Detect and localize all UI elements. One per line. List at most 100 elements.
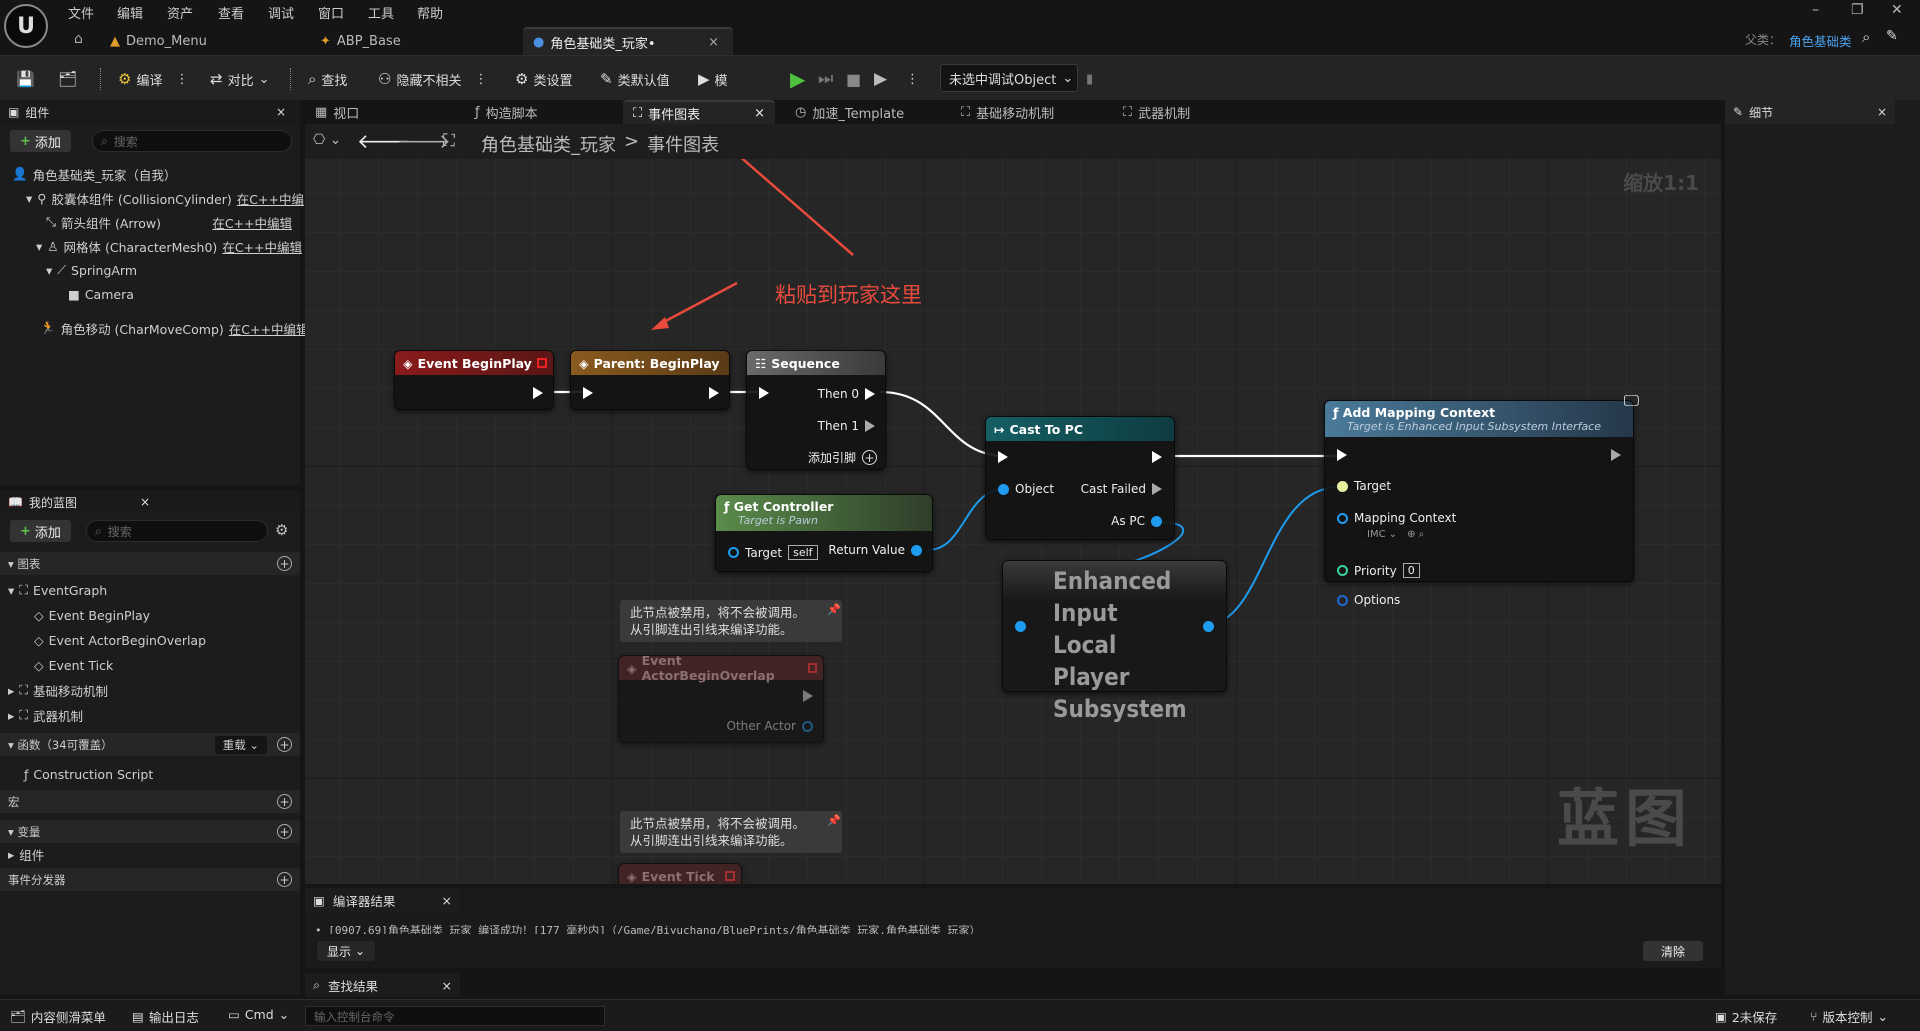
- close-tab-icon[interactable]: ×: [754, 106, 765, 121]
- find-button[interactable]: ⌕ 查找: [308, 66, 347, 92]
- class-defaults-button[interactable]: ✎ 类默认值: [600, 66, 670, 92]
- target-pin[interactable]: Target: [1337, 479, 1391, 493]
- event-item-tick[interactable]: ◇ Event Tick: [34, 653, 113, 677]
- object-pin[interactable]: Object: [998, 482, 1054, 496]
- then1-pin[interactable]: Then 1: [818, 419, 875, 433]
- add-graph-icon[interactable]: +: [277, 556, 292, 571]
- override-dropdown[interactable]: 重载 ⌄: [214, 735, 267, 754]
- menu-debug[interactable]: 调试: [268, 3, 294, 22]
- home-icon[interactable]: ⌂: [74, 31, 83, 47]
- component-charmove[interactable]: 🏃 角色移动 (CharMoveComp) 在C++中编辑: [40, 316, 308, 340]
- priority-input[interactable]: 0: [1402, 563, 1420, 578]
- tab-movement[interactable]: ⛶ 基础移动机制: [951, 100, 1064, 124]
- exec-in-pin[interactable]: [998, 451, 1008, 463]
- edit-parent-icon[interactable]: ✎: [1886, 28, 1898, 44]
- tab-event-graph[interactable]: ⛶ 事件图表 ×: [623, 100, 775, 124]
- stop-icon[interactable]: ■: [846, 66, 861, 92]
- unreal-logo-icon[interactable]: U: [4, 4, 48, 48]
- tab-abp-base[interactable]: ✦ ABP_Base: [310, 27, 411, 55]
- console-command-input[interactable]: 输入控制台命令: [305, 1006, 605, 1026]
- menu-tools[interactable]: 工具: [368, 3, 394, 22]
- tab-viewport[interactable]: ▦ 视口: [305, 100, 369, 124]
- settings-gear-icon[interactable]: ⚙: [275, 521, 288, 539]
- component-springarm[interactable]: ▾ ⟋ SpringArm: [46, 258, 137, 282]
- unsaved-button[interactable]: ▣ 2未保存: [1715, 1007, 1777, 1026]
- eject-icon[interactable]: ▶: [874, 66, 887, 92]
- variable-group-components[interactable]: ▸ 组件: [8, 844, 44, 864]
- compile-button[interactable]: ⚙ 编译 ⋮: [118, 66, 188, 92]
- options-pin[interactable]: Options: [1337, 593, 1400, 607]
- step-icon[interactable]: ⏭: [818, 66, 833, 92]
- delegate-pin-icon[interactable]: [537, 358, 547, 368]
- return-value-pin[interactable]: Return Value: [828, 543, 922, 557]
- component-arrow[interactable]: ⤡ 箭头组件 (Arrow) 在C++中编辑: [46, 210, 292, 234]
- node-add-mapping-context[interactable]: ƒ Add Mapping Context Target is Enhanced …: [1324, 391, 1639, 607]
- add-member-button[interactable]: + 添加: [10, 520, 71, 542]
- component-self[interactable]: 👤 角色基础类_玩家（自我）: [12, 162, 176, 186]
- add-macro-icon[interactable]: +: [277, 794, 292, 809]
- exec-out-pin[interactable]: [803, 690, 813, 702]
- menu-window[interactable]: 窗口: [318, 3, 344, 22]
- other-actor-pin[interactable]: Other Actor: [727, 719, 813, 733]
- pin-icon[interactable]: 📌: [827, 603, 841, 616]
- exec-out-pin[interactable]: [1152, 451, 1162, 463]
- close-tab-icon[interactable]: ×: [442, 978, 452, 993]
- node-sequence[interactable]: ☷ Sequence Then 0 Then 1 添加引脚 +: [746, 350, 886, 470]
- browse-asset-icon[interactable]: ⊕ ⌕: [1407, 529, 1424, 540]
- add-component-button[interactable]: + 添加: [10, 130, 71, 152]
- tab-demo-menu[interactable]: ▲ Demo_Menu: [100, 27, 217, 55]
- as-pc-pin[interactable]: As PC: [1111, 514, 1162, 528]
- close-panel-icon[interactable]: ×: [276, 105, 286, 119]
- breadcrumb-current[interactable]: 事件图表: [647, 131, 719, 157]
- browse-icon[interactable]: 🗂: [58, 66, 77, 92]
- class-settings-button[interactable]: ⚙ 类设置: [515, 66, 572, 92]
- section-variables[interactable]: ▾ 变量 +: [0, 820, 300, 843]
- hide-unrelated-button[interactable]: ⚇ 隐藏不相关 ⋮: [378, 66, 487, 92]
- mapping-context-pin[interactable]: Mapping Context: [1337, 511, 1456, 525]
- menu-edit[interactable]: 编辑: [117, 3, 143, 22]
- find-results-tab[interactable]: ⌕ 查找结果 ×: [305, 973, 460, 997]
- add-pin-button[interactable]: 添加引脚 +: [808, 449, 877, 466]
- bookmark-icon[interactable]: ⎔ ⌄: [313, 132, 341, 148]
- add-variable-icon[interactable]: +: [277, 824, 292, 839]
- exec-in-pin[interactable]: [1337, 449, 1347, 461]
- compiler-results-tab[interactable]: ▣ 编译器结果 ×: [305, 888, 460, 912]
- close-panel-icon[interactable]: ×: [140, 495, 150, 509]
- node-enhanced-input-subsystem[interactable]: Enhanced Input Local Player Subsystem: [1002, 560, 1227, 723]
- menu-file[interactable]: 文件: [68, 3, 94, 22]
- close-tab-icon[interactable]: ×: [708, 35, 719, 50]
- section-graphs[interactable]: ▾ 图表 +: [0, 552, 300, 575]
- close-panel-icon[interactable]: ×: [1877, 105, 1887, 119]
- priority-pin[interactable]: Priority 0: [1337, 563, 1420, 578]
- node-event-beginplay[interactable]: ◈ Event BeginPlay: [394, 350, 554, 410]
- add-dispatcher-icon[interactable]: +: [277, 872, 292, 887]
- play-icon[interactable]: ▶: [790, 66, 805, 92]
- simulate-button[interactable]: ▶ 模: [698, 66, 728, 92]
- function-construction-script[interactable]: ƒ Construction Script: [24, 762, 153, 786]
- components-search-input[interactable]: ⌕ 搜索: [92, 130, 292, 152]
- event-item-beginplay[interactable]: ◇ Event BeginPlay: [34, 603, 150, 627]
- blueprint-search-input[interactable]: ⌕ 搜索: [86, 520, 268, 542]
- cast-failed-pin[interactable]: Cast Failed: [1081, 482, 1162, 496]
- section-functions[interactable]: ▾ 函数（34可覆盖） 重载 ⌄ +: [0, 733, 300, 756]
- component-camera[interactable]: ■ Camera: [68, 282, 134, 306]
- source-control-button[interactable]: ⑂ 版本控制 ⌄: [1810, 1007, 1888, 1026]
- subsystem-out-pin[interactable]: [1203, 621, 1214, 632]
- event-graph-canvas[interactable]: 缩放1:1 蓝图 粘贴到玩家这里 ◈ Event BeginPlay ◈ Paren…: [305, 159, 1721, 884]
- node-event-tick[interactable]: ◈ Event Tick: [618, 863, 742, 884]
- minimize-icon[interactable]: –: [1812, 2, 1819, 18]
- node-parent-beginplay[interactable]: ◈ Parent: BeginPlay: [570, 350, 730, 410]
- diff-button[interactable]: ⇄ 对比 ⌄: [210, 66, 270, 92]
- component-capsule[interactable]: ▾ ⚲ 胶囊体组件 (CollisionCylinder) 在C++中编: [26, 186, 304, 210]
- show-filter-dropdown[interactable]: 显示 ⌄: [317, 941, 376, 961]
- node-get-controller[interactable]: ƒ Get Controller Target is Pawn Target sel…: [715, 494, 933, 572]
- component-mesh[interactable]: ▾ ♙ 网格体 (CharacterMesh0) 在C++中编辑: [36, 234, 302, 258]
- tab-player-blueprint[interactable]: ● 角色基础类_玩家• ×: [523, 27, 733, 55]
- pin-icon[interactable]: 📌: [827, 814, 841, 827]
- close-tab-icon[interactable]: ×: [442, 893, 452, 908]
- cmd-dropdown[interactable]: ▭ Cmd ⌄: [228, 1007, 289, 1022]
- parent-class-link[interactable]: 角色基础类: [1789, 31, 1852, 50]
- node-cast-to-pc[interactable]: ↦ Cast To PC Object Cast Failed As PC: [985, 416, 1175, 540]
- play-options-icon[interactable]: ⋮: [906, 66, 919, 92]
- then0-pin[interactable]: Then 0: [818, 387, 875, 401]
